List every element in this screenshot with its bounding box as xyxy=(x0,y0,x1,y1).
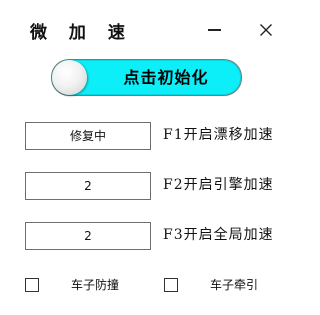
options-row: 车子防撞 车子牵引 xyxy=(0,274,287,296)
traction-checkbox-box[interactable] xyxy=(164,278,178,292)
engine-speed-field[interactable] xyxy=(25,172,151,200)
hotkey-row-drift: F1开启漂移加速 xyxy=(0,122,287,150)
title-bar: 微 加 速 xyxy=(0,0,287,58)
global-hotkey-label: F3开启全局加速 xyxy=(163,227,274,243)
anti-collision-checkbox-box[interactable] xyxy=(25,278,39,292)
close-button[interactable] xyxy=(256,20,276,40)
toggle-knob[interactable] xyxy=(52,60,87,95)
minimize-icon xyxy=(207,29,221,31)
global-speed-field[interactable] xyxy=(25,222,151,250)
drift-hotkey-label: F1开启漂移加速 xyxy=(163,127,274,143)
anti-collision-label: 车子防撞 xyxy=(71,278,120,292)
engine-hotkey-label: F2开启引擎加速 xyxy=(163,177,274,193)
hotkey-row-global: F3开启全局加速 xyxy=(0,222,287,250)
init-toggle-switch[interactable]: 点击初始化 xyxy=(51,59,242,96)
drift-speed-field[interactable] xyxy=(25,122,151,150)
minimize-button[interactable] xyxy=(204,20,224,40)
traction-label: 车子牵引 xyxy=(210,278,259,292)
hotkey-row-engine: F2开启引擎加速 xyxy=(0,172,287,200)
close-icon xyxy=(260,24,272,36)
window-title: 微 加 速 xyxy=(30,23,133,43)
toggle-label: 点击初始化 xyxy=(123,68,209,87)
